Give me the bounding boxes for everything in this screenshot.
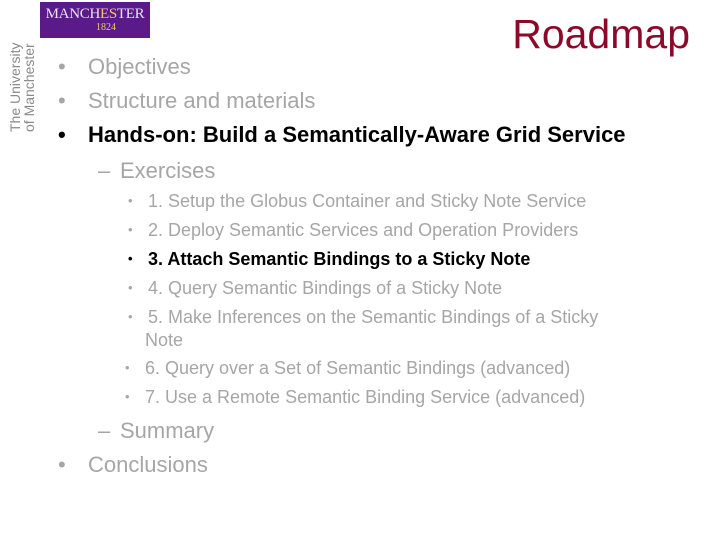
- bullet-icon: •: [58, 88, 66, 113]
- logo-year: 1824: [96, 22, 116, 33]
- bullet-icon: •: [128, 193, 133, 208]
- bullet-icon: •: [128, 222, 133, 237]
- bullet-icon: •: [128, 251, 133, 266]
- dash-icon: –: [98, 418, 111, 443]
- bullet-icon: •: [128, 309, 133, 324]
- bullet-icon: •: [58, 54, 66, 79]
- dash-icon: –: [98, 158, 111, 183]
- bullet-icon: •: [125, 360, 130, 375]
- bullet-icon: •: [58, 122, 66, 147]
- university-name-vertical: The University of Manchester: [7, 42, 37, 132]
- logo-wordmark: MANCHESTER: [45, 6, 145, 22]
- slide-title: Roadmap: [512, 11, 690, 57]
- university-logo: MANCHESTER 1824: [40, 2, 150, 38]
- bullet-icon: •: [58, 452, 66, 477]
- bullet-icon: •: [128, 280, 133, 295]
- bullet-icon: •: [125, 389, 130, 404]
